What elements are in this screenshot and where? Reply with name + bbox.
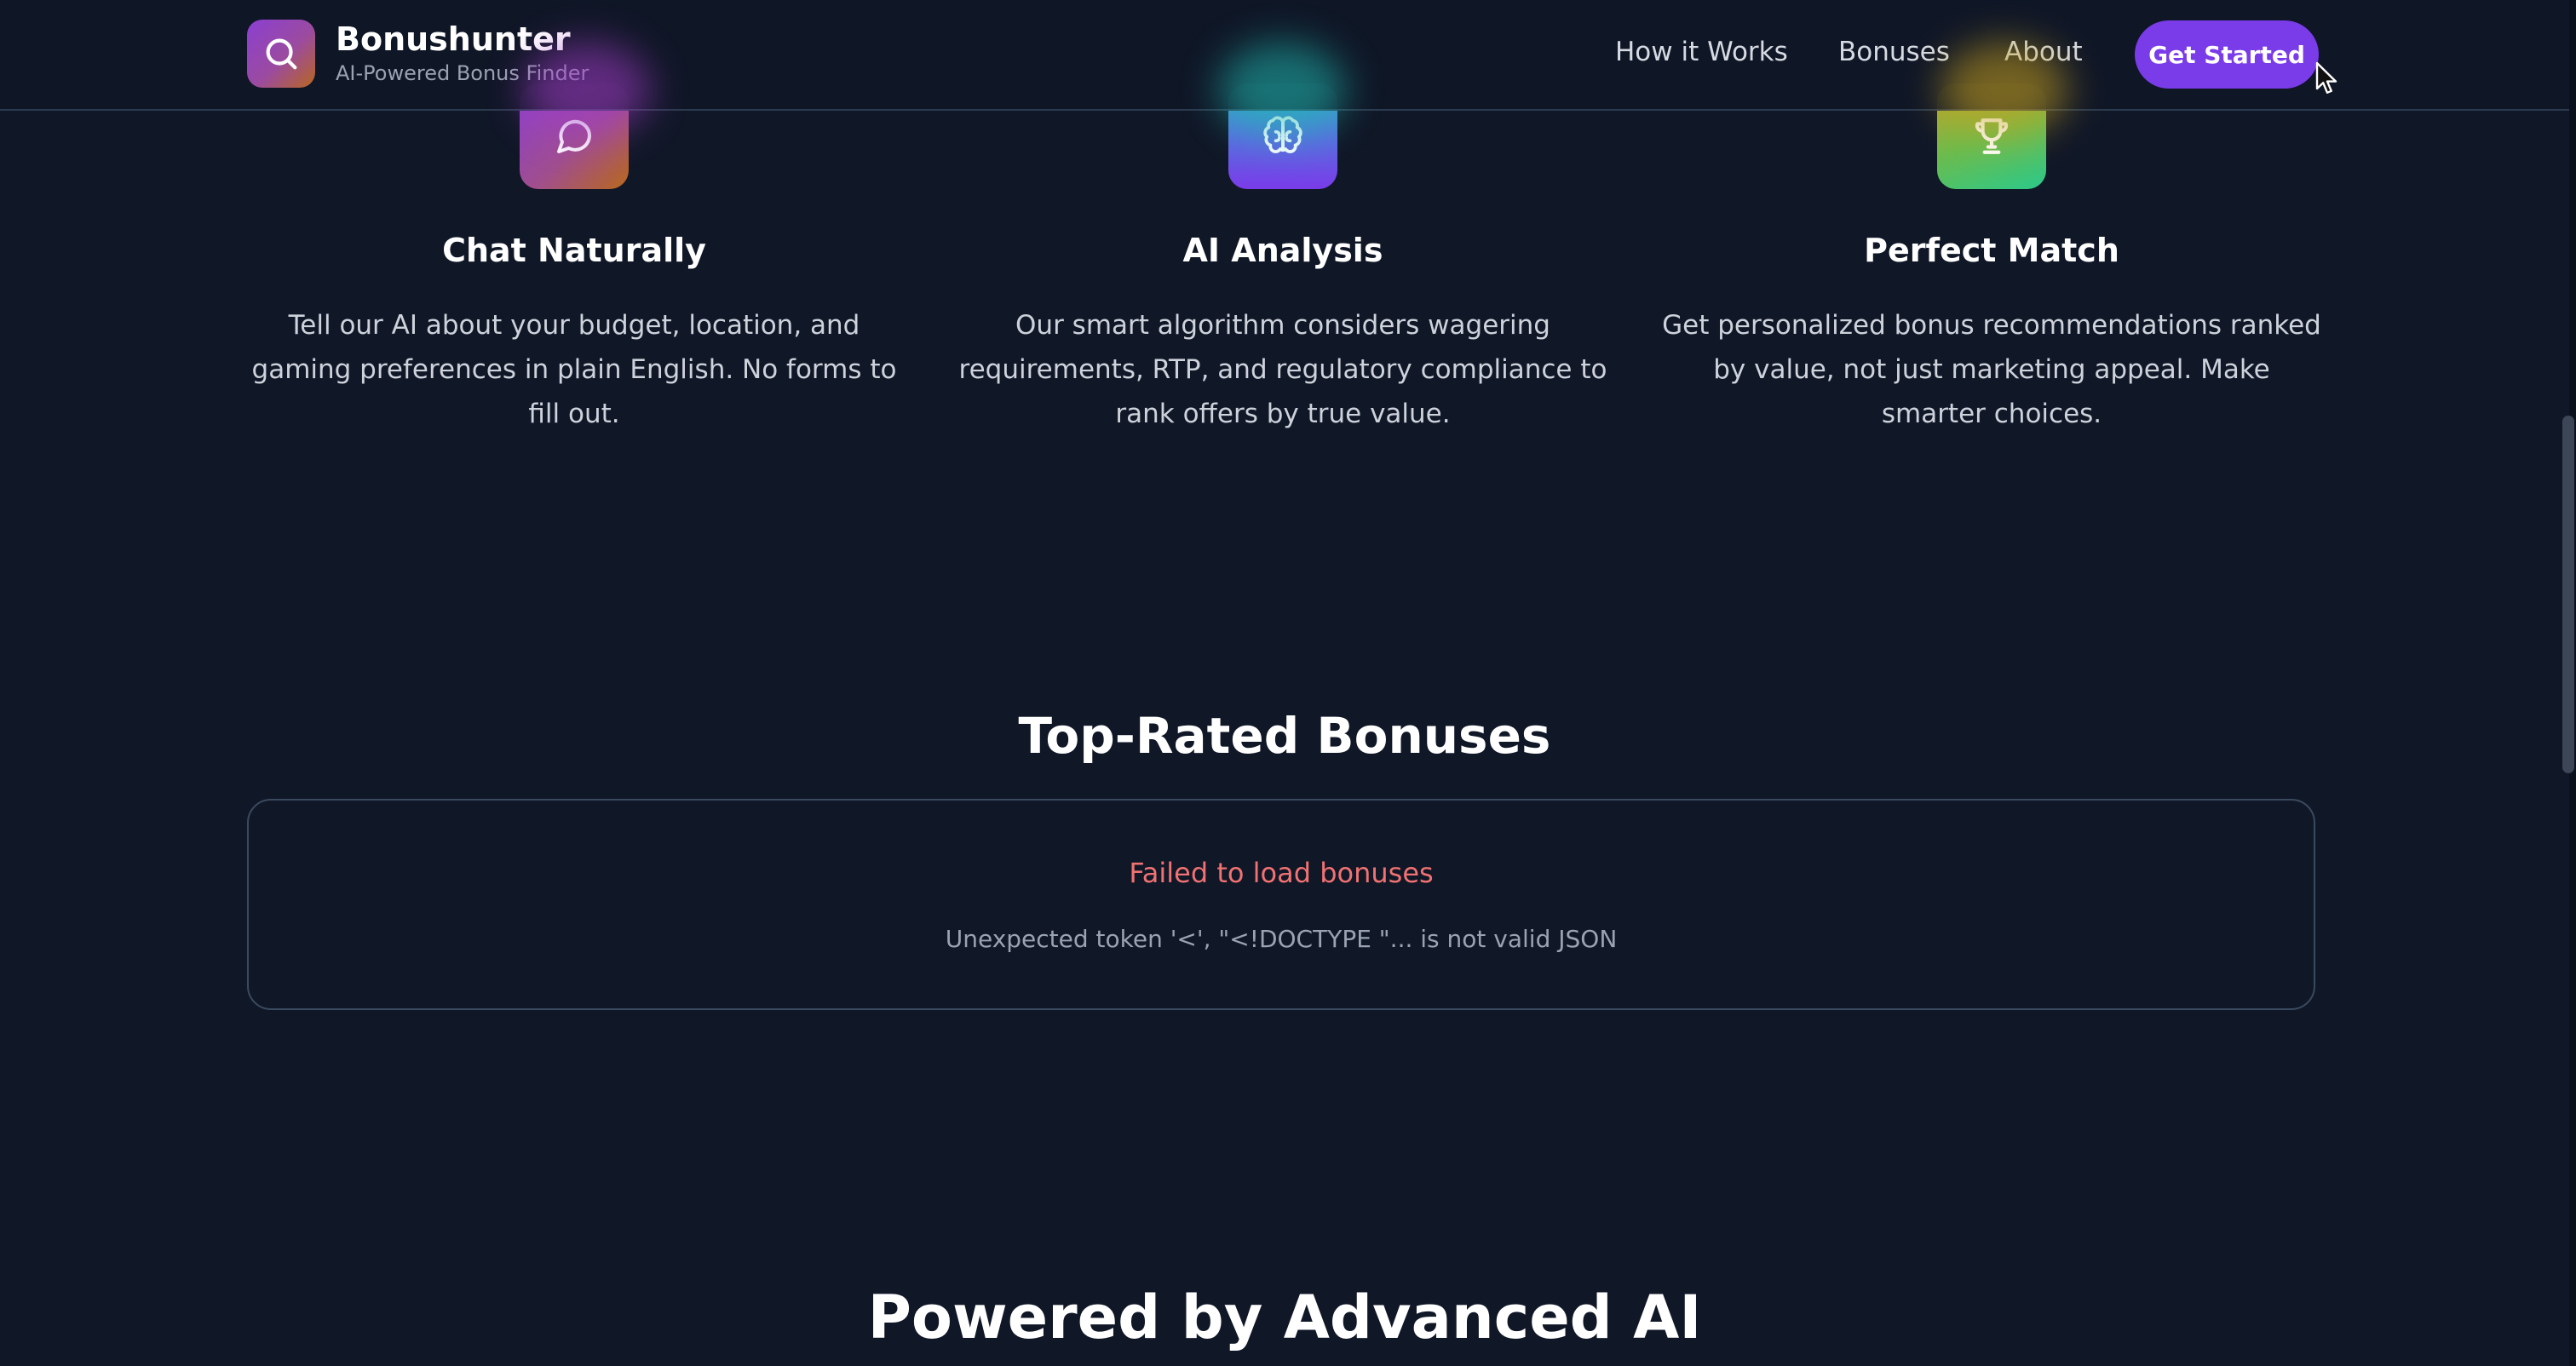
- feature-title: Chat Naturally: [442, 232, 706, 269]
- error-detail: Unexpected token '<', "<!DOCTYPE "... is…: [945, 925, 1618, 953]
- bonuses-error-panel: Failed to load bonuses Unexpected token …: [247, 799, 2315, 1010]
- feature-glow: [1218, 43, 1346, 136]
- search-icon: [266, 38, 297, 70]
- page: Chat Naturally Tell our AI about your bu…: [0, 0, 2569, 1366]
- brand-logo: [247, 20, 315, 88]
- powered-section-title: Powered by Advanced AI: [867, 1283, 1702, 1352]
- feature-description: Our smart algorithm considers wagering r…: [958, 310, 1607, 429]
- feature-description: Tell our AI about your budget, location,…: [251, 310, 897, 429]
- error-message: Failed to load bonuses: [1129, 857, 1434, 889]
- bonuses-section-title: Top-Rated Bonuses: [1018, 707, 1551, 765]
- feature-glow: [523, 43, 651, 136]
- get-started-button[interactable]: Get Started: [2135, 20, 2319, 89]
- feature-glow: [1941, 43, 2068, 136]
- feature-title: AI Analysis: [1182, 232, 1383, 269]
- nav-link-bonuses[interactable]: Bonuses: [1838, 37, 1950, 67]
- mouse-cursor-icon: [2315, 61, 2337, 94]
- nav-link-how-it-works[interactable]: How it Works: [1615, 37, 1788, 67]
- feature-title: Perfect Match: [1864, 232, 2119, 269]
- feature-description: Get personalized bonus recommendations r…: [1662, 310, 2321, 429]
- scrollbar-thumb[interactable]: [2562, 416, 2574, 773]
